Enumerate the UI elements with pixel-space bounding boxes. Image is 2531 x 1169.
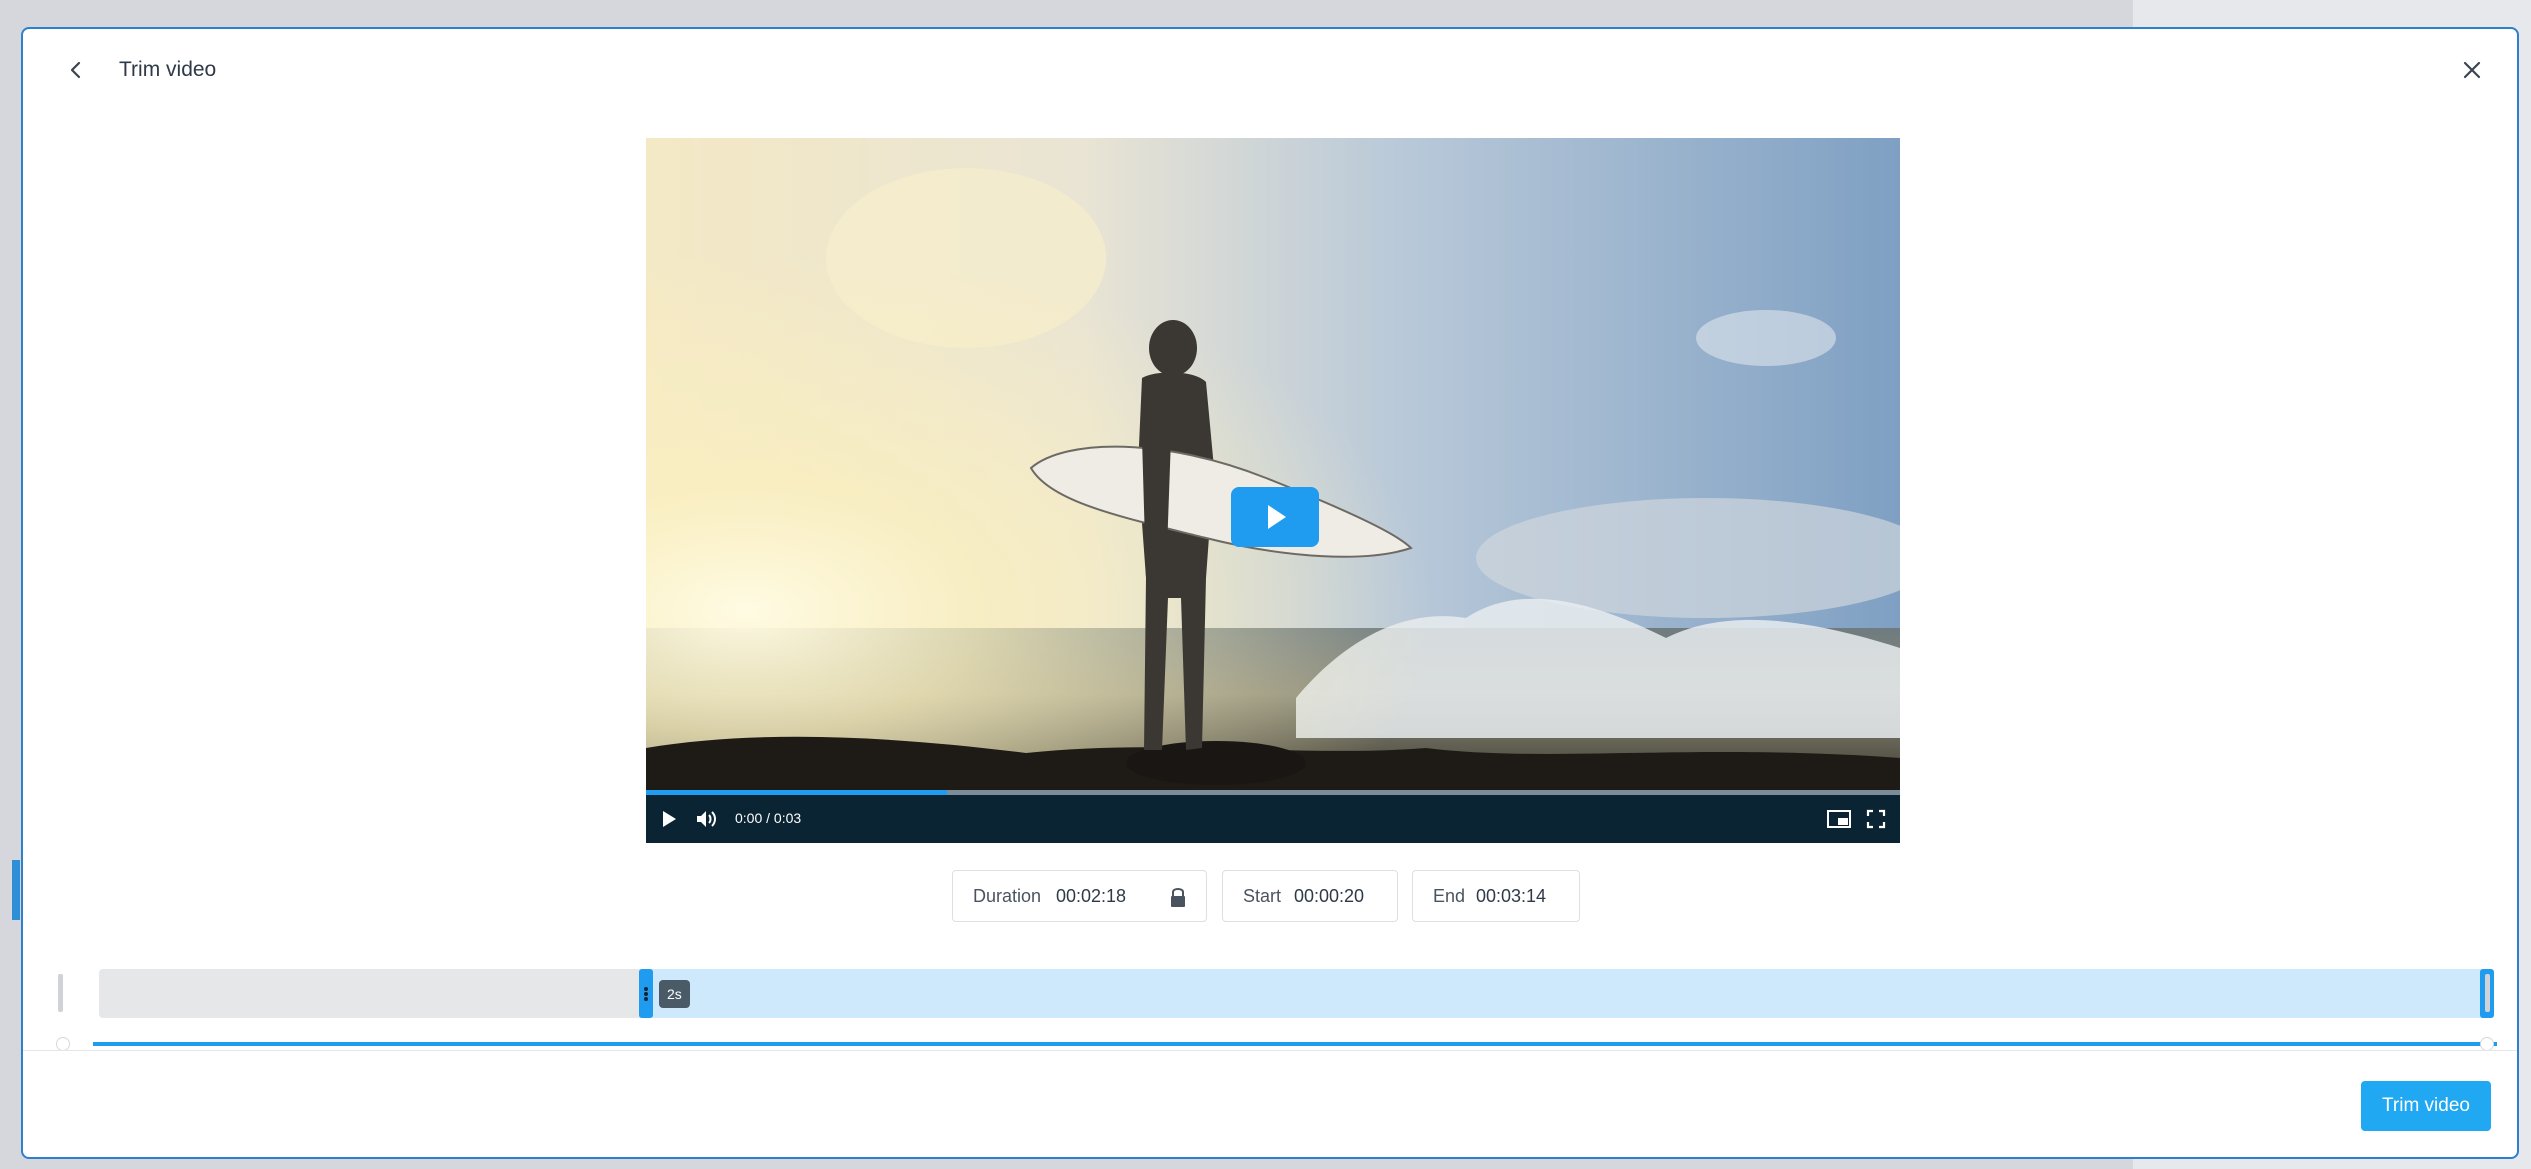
end-label: End (1433, 886, 1466, 906)
lock-icon (1171, 888, 1185, 907)
play-button[interactable] (655, 805, 683, 833)
lock-button[interactable] (1167, 885, 1189, 909)
back-button[interactable] (61, 55, 91, 85)
video-player[interactable]: 0:00 / 0:03 (646, 138, 1900, 843)
scrubber-end-knob[interactable] (2480, 1037, 2494, 1051)
picture-in-picture-icon (1827, 810, 1851, 828)
close-button[interactable] (2457, 55, 2487, 85)
start-label: Start (1243, 886, 1282, 906)
start-field[interactable]: Start 00:00:20 (1222, 870, 1398, 922)
timeline-right-cap (2485, 974, 2490, 1012)
duration-label: Duration (973, 886, 1042, 906)
volume-icon (697, 811, 716, 827)
fullscreen-button[interactable] (1862, 805, 1890, 833)
background-tab-indicator (12, 860, 20, 920)
end-field[interactable]: End 00:03:14 (1412, 870, 1580, 922)
modal-header: Trim video (23, 29, 2517, 119)
play-icon (663, 811, 676, 827)
fullscreen-icon (1866, 809, 1886, 829)
end-value[interactable]: 00:03:14 (1476, 886, 1546, 907)
timeline-left-cap (58, 974, 63, 1012)
close-icon (2463, 61, 2481, 79)
picture-in-picture-button[interactable] (1825, 805, 1853, 833)
trim-start-handle[interactable] (639, 969, 653, 1018)
trim-video-button[interactable]: Trim video (2361, 1081, 2491, 1131)
trim-video-modal: Trim video 0:00 / 0:03 Duration 00:02:18… (21, 27, 2519, 1159)
start-value[interactable]: 00:00:20 (1294, 886, 1364, 907)
video-frame (646, 138, 1900, 793)
duration-field[interactable]: Duration 00:02:18 (952, 870, 1207, 922)
chevron-left-icon (70, 61, 81, 79)
trim-selection[interactable] (647, 969, 2487, 1018)
play-overlay-button[interactable] (1231, 487, 1319, 547)
timeline-marker-badge: 2s (659, 980, 690, 1008)
scrubber-line[interactable] (93, 1042, 2497, 1046)
play-icon (1268, 505, 1286, 529)
volume-button[interactable] (692, 805, 720, 833)
time-display: 0:00 / 0:03 (735, 810, 802, 826)
video-controls: 0:00 / 0:03 (646, 795, 1900, 843)
duration-value[interactable]: 00:02:18 (1056, 886, 1126, 907)
footer-divider (23, 1050, 2517, 1051)
modal-title: Trim video (119, 58, 217, 81)
scrubber-start-knob[interactable] (56, 1037, 70, 1051)
